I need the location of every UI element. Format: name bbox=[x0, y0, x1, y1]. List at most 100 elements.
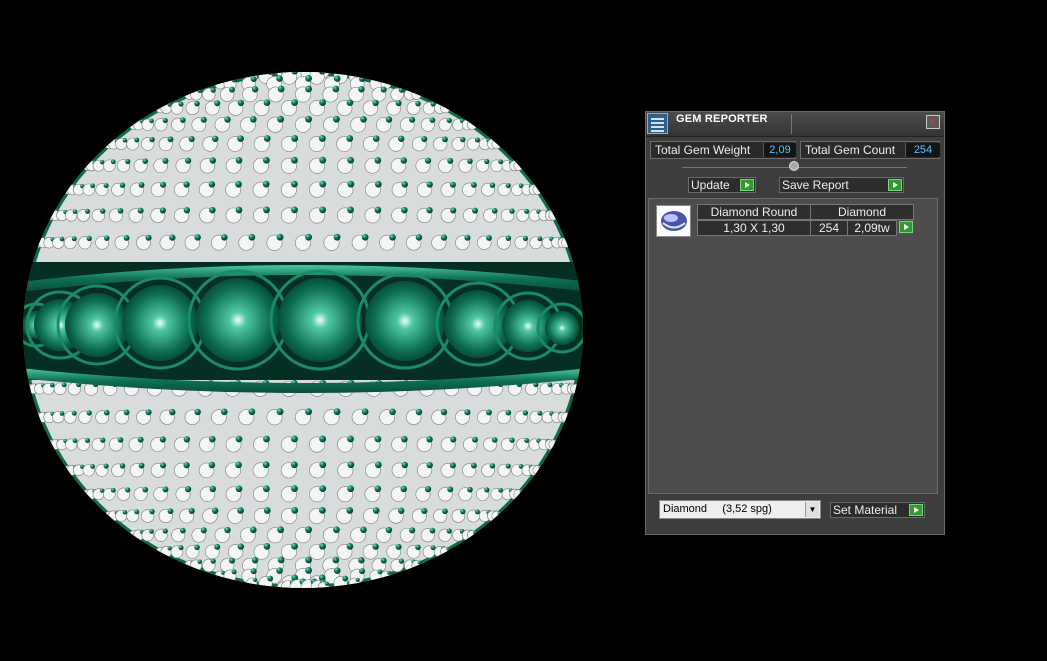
big-green-stone bbox=[278, 278, 362, 362]
green-bead bbox=[450, 436, 457, 443]
title-bar[interactable]: GEM REPORTER × bbox=[646, 112, 944, 137]
green-bead bbox=[248, 408, 256, 416]
update-button[interactable]: Update bbox=[688, 177, 756, 193]
play-arrow-icon bbox=[909, 504, 923, 516]
green-bead bbox=[209, 206, 216, 214]
material-select-value: Diamond (3,52 spg) bbox=[663, 503, 772, 515]
green-bead bbox=[229, 557, 235, 564]
chevron-down-icon[interactable]: ▼ bbox=[805, 502, 819, 517]
green-bead bbox=[267, 72, 274, 75]
green-bead bbox=[183, 461, 190, 469]
green-bead bbox=[291, 506, 299, 514]
green-bead bbox=[567, 412, 571, 417]
green-bead bbox=[162, 486, 169, 493]
green-bead bbox=[291, 135, 299, 142]
green-bead bbox=[411, 88, 416, 94]
set-material-button[interactable]: Set Material bbox=[830, 502, 925, 518]
green-bead bbox=[237, 135, 244, 142]
green-bead bbox=[474, 137, 480, 143]
green-bead bbox=[117, 208, 124, 214]
green-bead bbox=[137, 207, 144, 214]
green-bead bbox=[359, 76, 366, 83]
total-gem-weight-field: Total Gem Weight 2,09 bbox=[650, 141, 796, 159]
green-bead bbox=[484, 487, 490, 493]
green-bead bbox=[319, 506, 326, 514]
green-bead bbox=[484, 158, 490, 165]
green-bead bbox=[446, 117, 452, 124]
green-bead bbox=[486, 409, 492, 416]
green-bead bbox=[497, 139, 502, 143]
green-bead bbox=[214, 543, 221, 550]
green-bead bbox=[361, 408, 369, 416]
green-bead bbox=[505, 235, 512, 241]
green-bead bbox=[159, 207, 166, 214]
green-bead bbox=[398, 87, 405, 93]
green-bead bbox=[188, 507, 195, 515]
green-bead bbox=[450, 207, 457, 214]
green-bead bbox=[208, 461, 216, 469]
green-bead bbox=[491, 437, 498, 443]
gem-reporter-panel: GEM REPORTER × Total Gem Weight 2,09 Tot… bbox=[645, 111, 945, 535]
material-select[interactable]: Diamond (3,52 spg) ▼ bbox=[659, 500, 821, 519]
save-report-button[interactable]: Save Report bbox=[779, 177, 904, 193]
green-bead bbox=[224, 116, 231, 123]
green-bead bbox=[235, 485, 243, 493]
green-bead bbox=[123, 409, 130, 416]
green-bead bbox=[277, 556, 285, 564]
gem-material-cell: Diamond bbox=[810, 204, 914, 220]
green-bead bbox=[385, 116, 393, 123]
green-bead bbox=[220, 233, 228, 241]
green-bead bbox=[194, 100, 200, 107]
green-bead bbox=[446, 547, 451, 551]
green-bead bbox=[253, 577, 258, 582]
green-bead bbox=[472, 436, 478, 443]
green-bead bbox=[374, 435, 382, 443]
green-bead bbox=[231, 569, 237, 575]
green-bead bbox=[387, 78, 392, 83]
green-bead bbox=[117, 437, 124, 443]
green-bead bbox=[467, 158, 473, 164]
green-bead bbox=[347, 461, 355, 469]
green-bead bbox=[442, 508, 448, 515]
green-bead bbox=[346, 507, 354, 514]
green-bead bbox=[290, 461, 298, 469]
green-bead bbox=[380, 86, 387, 93]
big-green-stone bbox=[365, 281, 445, 361]
green-bead bbox=[319, 485, 327, 493]
green-bead bbox=[85, 208, 91, 214]
green-bead bbox=[489, 182, 496, 188]
3d-viewport[interactable] bbox=[0, 0, 640, 661]
close-icon[interactable]: × bbox=[926, 115, 940, 129]
green-bead bbox=[486, 235, 492, 241]
green-bead bbox=[291, 156, 298, 164]
green-bead bbox=[103, 463, 109, 469]
green-bead bbox=[347, 485, 355, 493]
green-bead bbox=[263, 435, 270, 443]
save-report-label: Save Report bbox=[782, 178, 849, 192]
green-bead bbox=[276, 408, 284, 416]
green-bead bbox=[160, 181, 167, 188]
green-bead bbox=[447, 157, 454, 164]
green-bead bbox=[212, 135, 219, 142]
slider-handle[interactable] bbox=[789, 161, 799, 171]
green-bead bbox=[300, 64, 307, 71]
green-bead bbox=[519, 489, 524, 494]
green-bead bbox=[138, 182, 145, 188]
green-bead bbox=[145, 234, 152, 241]
green-bead bbox=[421, 135, 428, 143]
green-bead bbox=[446, 528, 452, 534]
green-bead bbox=[319, 99, 326, 106]
green-bead bbox=[167, 136, 174, 143]
green-bead bbox=[194, 544, 200, 551]
green-bead bbox=[291, 72, 299, 75]
green-bead bbox=[262, 461, 270, 469]
green-bead bbox=[417, 560, 422, 565]
green-bead bbox=[210, 558, 216, 564]
gem-row-select-button[interactable] bbox=[897, 220, 914, 236]
green-bead bbox=[200, 116, 207, 123]
green-bead bbox=[263, 135, 271, 142]
green-bead bbox=[464, 234, 471, 241]
green-bead bbox=[250, 526, 257, 534]
gem-list: Diamond Round 1,30 X 1,30 Diamond 254 2,… bbox=[648, 198, 938, 494]
green-bead bbox=[524, 437, 530, 443]
